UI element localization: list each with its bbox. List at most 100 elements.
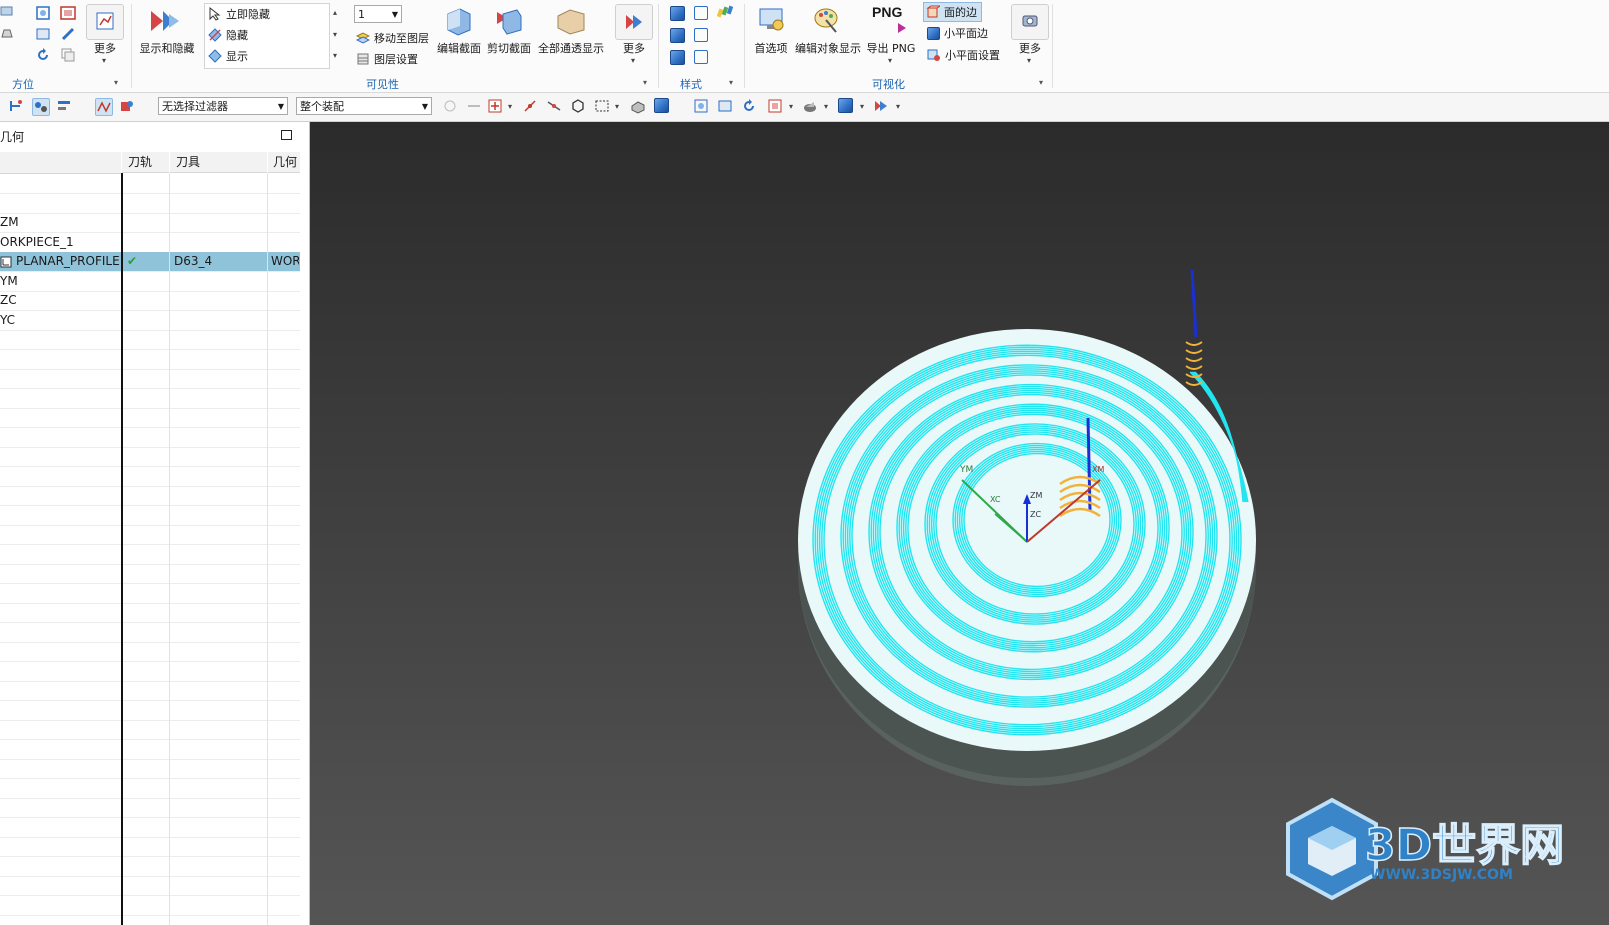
table-row[interactable] (0, 428, 300, 448)
visibility-more-button[interactable] (615, 4, 653, 40)
preferences-icon[interactable] (757, 5, 787, 38)
show-hide-icon[interactable] (149, 8, 183, 37)
expand-icon[interactable]: ▾ (333, 51, 337, 60)
edit-object-display-button[interactable]: 编辑对象显示 (793, 40, 863, 56)
table-row[interactable] (0, 603, 300, 623)
hide-item[interactable]: 隐藏 (208, 27, 248, 43)
chevron-down-icon[interactable]: ▾ (789, 102, 793, 111)
table-row[interactable] (0, 525, 300, 545)
show-all-through-icon[interactable] (556, 6, 586, 39)
clip-section-button[interactable]: 剪切截面 (484, 40, 534, 56)
hide-now-item[interactable]: 立即隐藏 (208, 6, 270, 22)
chevron-down-icon[interactable]: ▾ (860, 102, 864, 111)
table-row[interactable] (0, 720, 300, 740)
table-row[interactable] (0, 584, 300, 604)
shaded-icon[interactable] (670, 6, 685, 21)
table-row[interactable]: ZC (0, 291, 300, 311)
hexagon-icon[interactable] (570, 98, 586, 114)
column-header-toolpath[interactable]: 刀轨 (122, 152, 169, 173)
facet-edges-button[interactable]: 小平面边 (927, 25, 988, 41)
table-row[interactable]: YC (0, 311, 300, 331)
chevron-down-icon[interactable]: ▾ (1027, 56, 1031, 65)
table-row[interactable] (0, 837, 300, 857)
table-row[interactable] (0, 681, 300, 701)
layer-settings-button[interactable]: 图层设置 (356, 51, 418, 67)
table-row[interactable]: YM (0, 272, 300, 292)
chevron-down-icon[interactable]: ▾ (888, 56, 892, 65)
face-edges-toggle[interactable]: 面的边 (923, 2, 982, 22)
facet-settings-button[interactable]: 小平面设置 (927, 47, 1000, 63)
table-row[interactable] (0, 350, 300, 370)
table-row[interactable] (0, 876, 300, 896)
art-appearance-icon[interactable] (716, 5, 734, 22)
studio-icon[interactable] (670, 50, 685, 65)
selection-scope-combo[interactable]: 整个装配 ▼ (296, 97, 432, 115)
table-row[interactable] (0, 467, 300, 487)
program-order-view-icon[interactable] (8, 98, 24, 114)
table-row[interactable] (0, 759, 300, 779)
verify-icon[interactable] (119, 98, 135, 114)
orient-tool-icon[interactable] (0, 4, 14, 18)
table-row[interactable] (0, 818, 300, 838)
fit-all-icon[interactable] (693, 98, 709, 114)
group-orientation-dropdown-icon[interactable]: ▾ (114, 78, 118, 87)
zoom-window-icon[interactable] (60, 5, 76, 24)
shaded-edges-icon[interactable] (670, 28, 685, 43)
table-row[interactable] (0, 389, 300, 409)
chevron-down-icon[interactable]: ▾ (508, 102, 512, 111)
sheet-body-icon[interactable] (654, 98, 670, 114)
chevron-down-icon[interactable]: ▾ (631, 56, 635, 65)
chevron-down-icon[interactable]: ▾ (896, 102, 900, 111)
snap-arrow-icon[interactable] (466, 98, 482, 114)
scroll-down-icon[interactable]: ▾ (333, 30, 337, 39)
chevron-down-icon[interactable]: ▾ (824, 102, 828, 111)
dashed-edges-icon[interactable] (694, 50, 708, 64)
preferences-button[interactable]: 首选项 (748, 40, 794, 56)
pan-icon[interactable] (35, 26, 51, 45)
table-row[interactable] (0, 779, 300, 799)
table-row[interactable]: ZM (0, 213, 300, 233)
column-header-tool[interactable]: 刀具 (170, 152, 267, 173)
render-style-icon[interactable] (802, 98, 818, 114)
midpoint-icon[interactable] (546, 98, 562, 114)
table-row[interactable] (0, 447, 300, 467)
rotate-view-icon[interactable] (741, 98, 757, 114)
visualization-more-button[interactable] (1011, 4, 1049, 40)
table-row[interactable] (0, 194, 300, 214)
edit-object-display-icon[interactable] (812, 4, 842, 37)
edit-section-icon[interactable] (444, 6, 474, 39)
orient-plane-icon[interactable] (0, 26, 14, 40)
show-hide-button[interactable]: 显示和隐藏 (136, 40, 198, 56)
layer-combo[interactable]: 1 ▼ (354, 5, 402, 23)
solid-body-icon[interactable] (630, 98, 646, 114)
table-row[interactable] (0, 662, 300, 682)
clip-section-icon[interactable] (493, 6, 523, 39)
snap-point-icon[interactable] (442, 98, 458, 114)
orientation-more-button[interactable] (86, 4, 124, 40)
table-row[interactable] (0, 857, 300, 877)
type-filter-combo[interactable]: 无选择过滤器 ▼ (158, 97, 288, 115)
table-row[interactable] (0, 369, 300, 389)
group-visibility-dropdown-icon[interactable]: ▾ (643, 78, 647, 87)
box-select-icon[interactable] (594, 98, 610, 114)
table-row[interactable] (0, 330, 300, 350)
table-row[interactable]: ORKPIECE_1 (0, 233, 300, 253)
endpoint-icon[interactable] (522, 98, 538, 114)
chevron-down-icon[interactable]: ▾ (615, 102, 619, 111)
add-point-icon[interactable] (487, 98, 503, 114)
table-row[interactable] (0, 486, 300, 506)
pencil-icon[interactable] (60, 26, 76, 45)
table-row[interactable] (0, 408, 300, 428)
table-row[interactable] (0, 564, 300, 584)
table-row[interactable] (0, 798, 300, 818)
column-header-geometry[interactable]: 几何 (268, 152, 300, 173)
chevron-down-icon[interactable]: ▾ (102, 56, 106, 65)
rotate-icon[interactable] (35, 47, 51, 66)
hidden-edges-icon[interactable] (694, 28, 708, 42)
table-row[interactable] (0, 701, 300, 721)
column-header-name[interactable] (0, 152, 121, 174)
geometry-view-icon[interactable] (32, 98, 50, 116)
maximize-icon[interactable] (281, 130, 292, 140)
show-item[interactable]: 显示 (208, 48, 248, 64)
shaded-cube-icon[interactable] (838, 98, 854, 114)
